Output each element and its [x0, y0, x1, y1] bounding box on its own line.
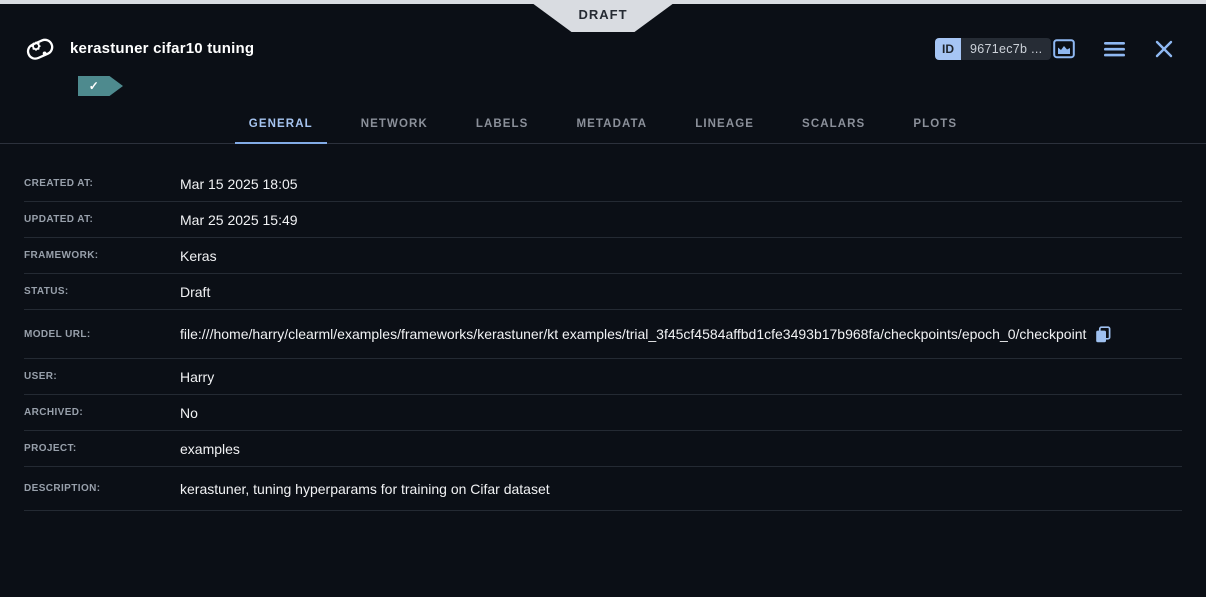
detail-value: Harry: [180, 369, 214, 385]
detail-row: CREATED AT: Mar 15 2025 18:05: [24, 166, 1182, 202]
tab-labels[interactable]: LABELS: [462, 104, 543, 143]
tab-metadata[interactable]: METADATA: [562, 104, 661, 143]
tab-plots[interactable]: PLOTS: [899, 104, 971, 143]
detail-label: USER:: [24, 371, 180, 382]
detail-label: FRAMEWORK:: [24, 250, 180, 261]
detail-row: FRAMEWORK: Keras: [24, 238, 1182, 274]
tab-general[interactable]: GENERAL: [235, 104, 327, 143]
detail-value: Draft: [180, 284, 210, 300]
detail-value: Mar 25 2025 15:49: [180, 212, 298, 228]
detail-value: Mar 15 2025 18:05: [180, 176, 298, 192]
detail-value: Keras: [180, 248, 217, 264]
id-value: 9671ec7b ...: [961, 38, 1051, 60]
detail-value: kerastuner, tuning hyperparams for train…: [180, 481, 550, 497]
detail-row: ARCHIVED: No: [24, 395, 1182, 431]
ribbon-status-label: DRAFT: [578, 7, 627, 22]
detail-label: PROJECT:: [24, 443, 180, 454]
detail-row: STATUS: Draft: [24, 274, 1182, 310]
detail-row: USER: Harry: [24, 359, 1182, 395]
detail-value: file:///home/harry/clearml/examples/fram…: [180, 326, 1086, 342]
detail-row: UPDATED AT: Mar 25 2025 15:49: [24, 202, 1182, 238]
chart-image-icon[interactable]: [1052, 37, 1076, 61]
tab-scalars[interactable]: SCALARS: [788, 104, 879, 143]
detail-label: MODEL URL:: [24, 329, 180, 340]
detail-label: ARCHIVED:: [24, 407, 180, 418]
detail-label: CREATED AT:: [24, 178, 180, 189]
status-ribbon: DRAFT: [528, 0, 678, 32]
details-table: CREATED AT: Mar 15 2025 18:05 UPDATED AT…: [24, 144, 1182, 511]
tabs-bar: GENERAL NETWORK LABELS METADATA LINEAGE SCALA…: [0, 104, 1206, 144]
model-gear-icon: [24, 33, 56, 65]
tab-network[interactable]: NETWORK: [347, 104, 442, 143]
tab-lineage[interactable]: LINEAGE: [681, 104, 768, 143]
detail-label: UPDATED AT:: [24, 214, 180, 225]
id-label: ID: [935, 38, 961, 60]
detail-label: DESCRIPTION:: [24, 483, 180, 494]
id-chip[interactable]: ID 9671ec7b ...: [935, 38, 1051, 60]
close-icon[interactable]: [1152, 38, 1176, 60]
tag-badge[interactable]: ✓: [78, 76, 123, 96]
detail-label: STATUS:: [24, 286, 180, 297]
page-title: kerastuner cifar10 tuning: [70, 40, 254, 57]
detail-value: examples: [180, 441, 240, 457]
detail-row: MODEL URL: file:///home/harry/clearml/ex…: [24, 310, 1182, 359]
check-icon: ✓: [78, 79, 110, 93]
model-details-panel: { "ribbon": { "status": "DRAFT" }, "head…: [0, 0, 1206, 597]
detail-row: PROJECT: examples: [24, 431, 1182, 467]
detail-value: No: [180, 405, 198, 421]
hamburger-menu-icon[interactable]: [1102, 39, 1126, 59]
detail-row: DESCRIPTION: kerastuner, tuning hyperpar…: [24, 467, 1182, 511]
copy-icon[interactable]: [1095, 326, 1111, 343]
